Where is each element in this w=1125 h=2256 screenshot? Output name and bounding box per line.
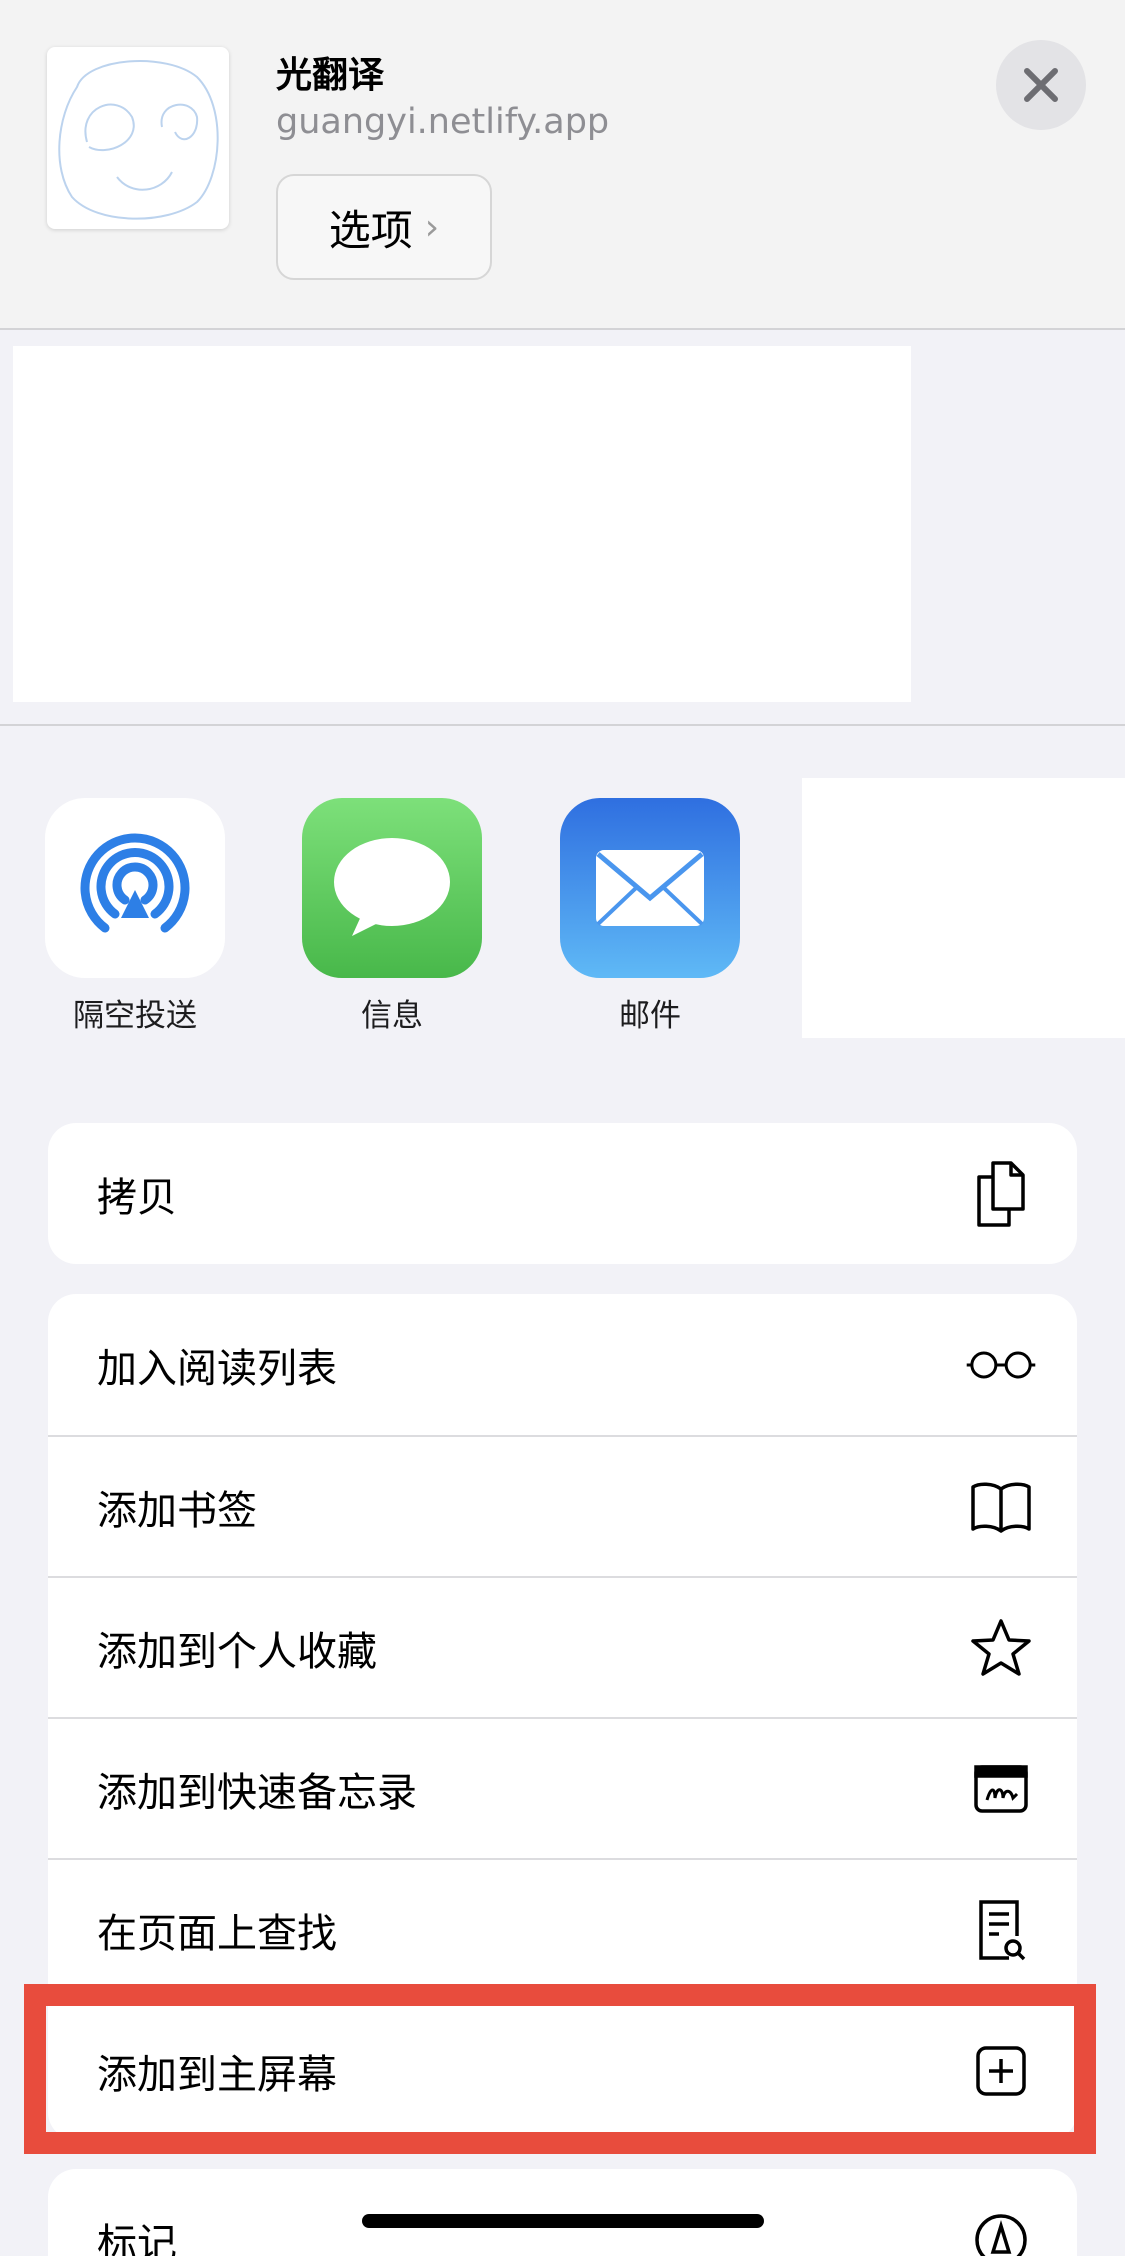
share-target-label: 邮件 bbox=[619, 998, 681, 1034]
action-group-main: 加入阅读列表 添加书签 添加到个人收藏 添加到快速备忘录 在页面上查找 添加到主… bbox=[48, 1294, 1077, 2140]
people-suggestions-area bbox=[13, 346, 911, 702]
share-header: 光翻译 guangyi.netlify.app 选项 › bbox=[0, 0, 1125, 328]
home-indicator bbox=[362, 2214, 764, 2228]
copy-icon bbox=[965, 1158, 1037, 1230]
close-icon bbox=[1024, 68, 1058, 102]
airdrop-icon bbox=[45, 798, 225, 978]
mail-icon bbox=[560, 798, 740, 978]
close-button[interactable] bbox=[996, 40, 1086, 130]
header-divider bbox=[0, 328, 1125, 330]
share-target-label: 信息 bbox=[361, 998, 423, 1034]
action-group-copy: 拷贝 bbox=[48, 1123, 1077, 1264]
action-add-reading-list[interactable]: 加入阅读列表 bbox=[48, 1294, 1077, 1435]
share-target-mail[interactable]: 邮件 bbox=[560, 798, 740, 1035]
action-label: 添加到个人收藏 bbox=[97, 1628, 377, 1675]
quick-note-icon bbox=[965, 1753, 1037, 1825]
book-icon bbox=[965, 1471, 1037, 1543]
action-label: 在页面上查找 bbox=[97, 1910, 337, 1957]
action-add-quick-note[interactable]: 添加到快速备忘录 bbox=[48, 1717, 1077, 1858]
action-label: 添加到主屏幕 bbox=[97, 2051, 337, 2098]
markup-icon bbox=[965, 2204, 1037, 2256]
messages-icon bbox=[302, 798, 482, 978]
find-on-page-icon bbox=[965, 1894, 1037, 1966]
action-copy[interactable]: 拷贝 bbox=[48, 1123, 1077, 1264]
add-square-icon bbox=[965, 2035, 1037, 2107]
glasses-icon bbox=[965, 1329, 1037, 1401]
chevron-right-icon: › bbox=[424, 206, 440, 248]
action-label: 加入阅读列表 bbox=[97, 1345, 337, 1392]
action-add-favorites[interactable]: 添加到个人收藏 bbox=[48, 1576, 1077, 1717]
action-find-on-page[interactable]: 在页面上查找 bbox=[48, 1858, 1077, 1999]
share-target-airdrop[interactable]: 隔空投送 bbox=[45, 798, 225, 1035]
action-label: 标记 bbox=[97, 2220, 177, 2256]
action-group-markup: 标记 bbox=[48, 2169, 1077, 2256]
options-label: 选项 bbox=[328, 205, 413, 255]
suggestions-divider bbox=[0, 724, 1125, 726]
action-markup[interactable]: 标记 bbox=[48, 2169, 1077, 2256]
action-label: 添加到快速备忘录 bbox=[97, 1769, 417, 1816]
action-label: 添加书签 bbox=[97, 1487, 257, 1534]
app-thumbnail bbox=[47, 47, 229, 229]
share-target-messages[interactable]: 信息 bbox=[302, 798, 482, 1035]
page-url: guangyi.netlify.app bbox=[276, 102, 610, 142]
options-button[interactable]: 选项 › bbox=[276, 174, 492, 280]
share-sheet: 光翻译 guangyi.netlify.app 选项 › 隔空投送 信息 邮件 … bbox=[0, 0, 1125, 2256]
share-target-label: 隔空投送 bbox=[73, 998, 197, 1034]
action-add-to-home-screen[interactable]: 添加到主屏幕 bbox=[48, 1999, 1077, 2140]
page-title: 光翻译 bbox=[276, 55, 385, 96]
share-target-placeholder bbox=[802, 778, 1125, 1038]
star-icon bbox=[965, 1612, 1037, 1684]
action-add-bookmark[interactable]: 添加书签 bbox=[48, 1435, 1077, 1576]
action-label: 拷贝 bbox=[97, 1174, 177, 1221]
